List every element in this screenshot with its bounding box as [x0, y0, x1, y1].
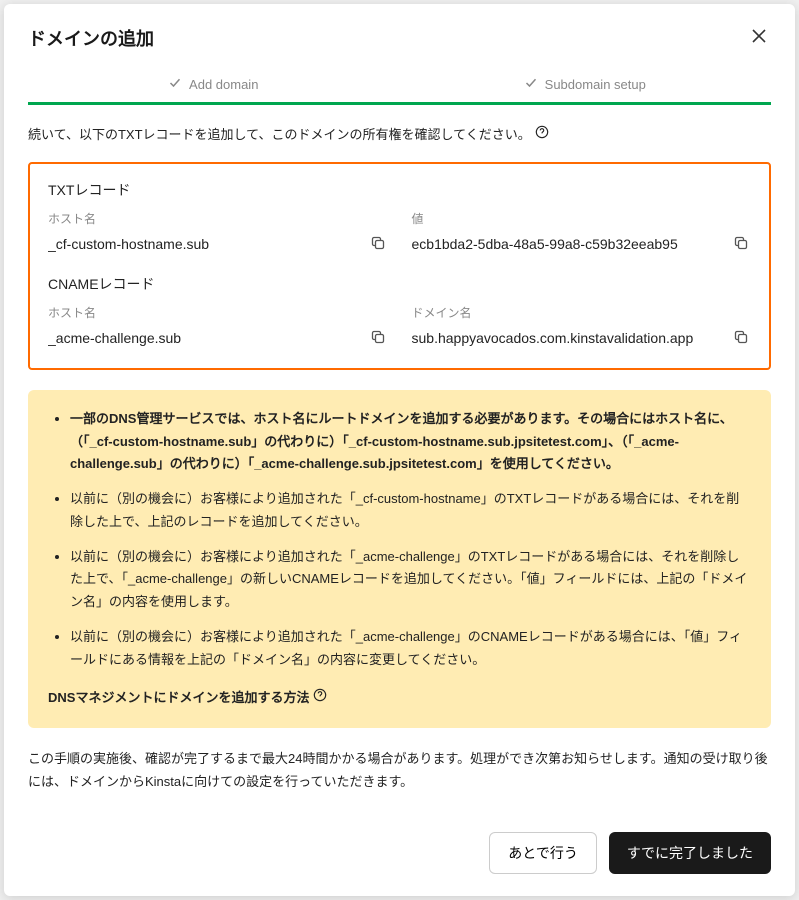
info-item-txt-acme: 以前に（別の機会に）お客様により追加された「_acme-challenge」のT…: [70, 546, 751, 614]
step-label: Subdomain setup: [545, 77, 646, 92]
txt-record-section: TXTレコード ホスト名 _cf-custom-hostname.sub: [48, 180, 751, 256]
info-item-rootdomain-text: 一部のDNS管理サービスでは、ホスト名にルートドメインを追加する必要があります。…: [70, 411, 733, 472]
help-icon[interactable]: [535, 125, 549, 146]
cname-domain-value: sub.happyavocados.com.kinstavalidation.a…: [412, 330, 694, 346]
cname-host-label: ホスト名: [48, 304, 388, 321]
help-icon: [313, 687, 327, 710]
cname-host-value: _acme-challenge.sub: [48, 330, 181, 346]
info-item-cname-acme: 以前に（別の機会に）お客様により追加された「_acme-challenge」のC…: [70, 626, 751, 672]
copy-txt-value-button[interactable]: [731, 233, 751, 256]
intro-text: 続いて、以下のTXTレコードを追加して、このドメインの所有権を確認してください。: [28, 125, 771, 146]
copy-icon: [370, 239, 386, 254]
info-item-txt-cf: 以前に（別の機会に）お客様により追加された「_cf-custom-hostnam…: [70, 488, 751, 534]
modal-header: ドメインの追加: [4, 4, 795, 61]
info-item-rootdomain: 一部のDNS管理サービスでは、ホスト名にルートドメインを追加する必要があります。…: [70, 408, 751, 476]
dns-help-link-label: DNSマネジメントにドメインを追加する方法: [48, 687, 309, 710]
txt-value-value: ecb1bda2-5dba-48a5-99a8-c59b32eeab95: [412, 236, 678, 252]
close-button[interactable]: [747, 24, 771, 51]
copy-icon: [370, 333, 386, 348]
modal-content: 続いて、以下のTXTレコードを追加して、このドメインの所有権を確認してください。…: [4, 105, 795, 814]
add-domain-modal: ドメインの追加 Add domain Subdomain setup 続いて、以…: [4, 4, 795, 896]
copy-icon: [733, 333, 749, 348]
close-icon: [751, 32, 767, 47]
dns-help-link[interactable]: DNSマネジメントにドメインを追加する方法: [48, 687, 327, 710]
cname-domain-label: ドメイン名: [412, 304, 752, 321]
later-button[interactable]: あとで行う: [489, 832, 597, 874]
txt-value-label: 値: [412, 210, 752, 227]
cname-record-heading: CNAMEレコード: [48, 274, 751, 294]
step-label: Add domain: [189, 77, 258, 92]
txt-record-heading: TXTレコード: [48, 180, 751, 200]
txt-host-value: _cf-custom-hostname.sub: [48, 236, 209, 252]
copy-cname-domain-button[interactable]: [731, 327, 751, 350]
dns-records-box: TXTレコード ホスト名 _cf-custom-hostname.sub: [28, 162, 771, 370]
intro-label: 続いて、以下のTXTレコードを追加して、このドメインの所有権を確認してください。: [28, 125, 531, 146]
copy-icon: [733, 239, 749, 254]
check-icon: [169, 77, 181, 92]
step-add-domain: Add domain: [28, 77, 400, 105]
modal-title: ドメインの追加: [28, 25, 154, 51]
check-icon: [525, 77, 537, 92]
done-button[interactable]: すでに完了しました: [609, 832, 771, 874]
stepper: Add domain Subdomain setup: [28, 77, 771, 105]
txt-host-label: ホスト名: [48, 210, 388, 227]
modal-footer: あとで行う すでに完了しました: [4, 814, 795, 896]
cname-record-section: CNAMEレコード ホスト名 _acme-challenge.sub: [48, 274, 751, 350]
info-box: 一部のDNS管理サービスでは、ホスト名にルートドメインを追加する必要があります。…: [28, 390, 771, 728]
step-subdomain-setup: Subdomain setup: [400, 77, 772, 105]
copy-txt-host-button[interactable]: [368, 233, 388, 256]
copy-cname-host-button[interactable]: [368, 327, 388, 350]
